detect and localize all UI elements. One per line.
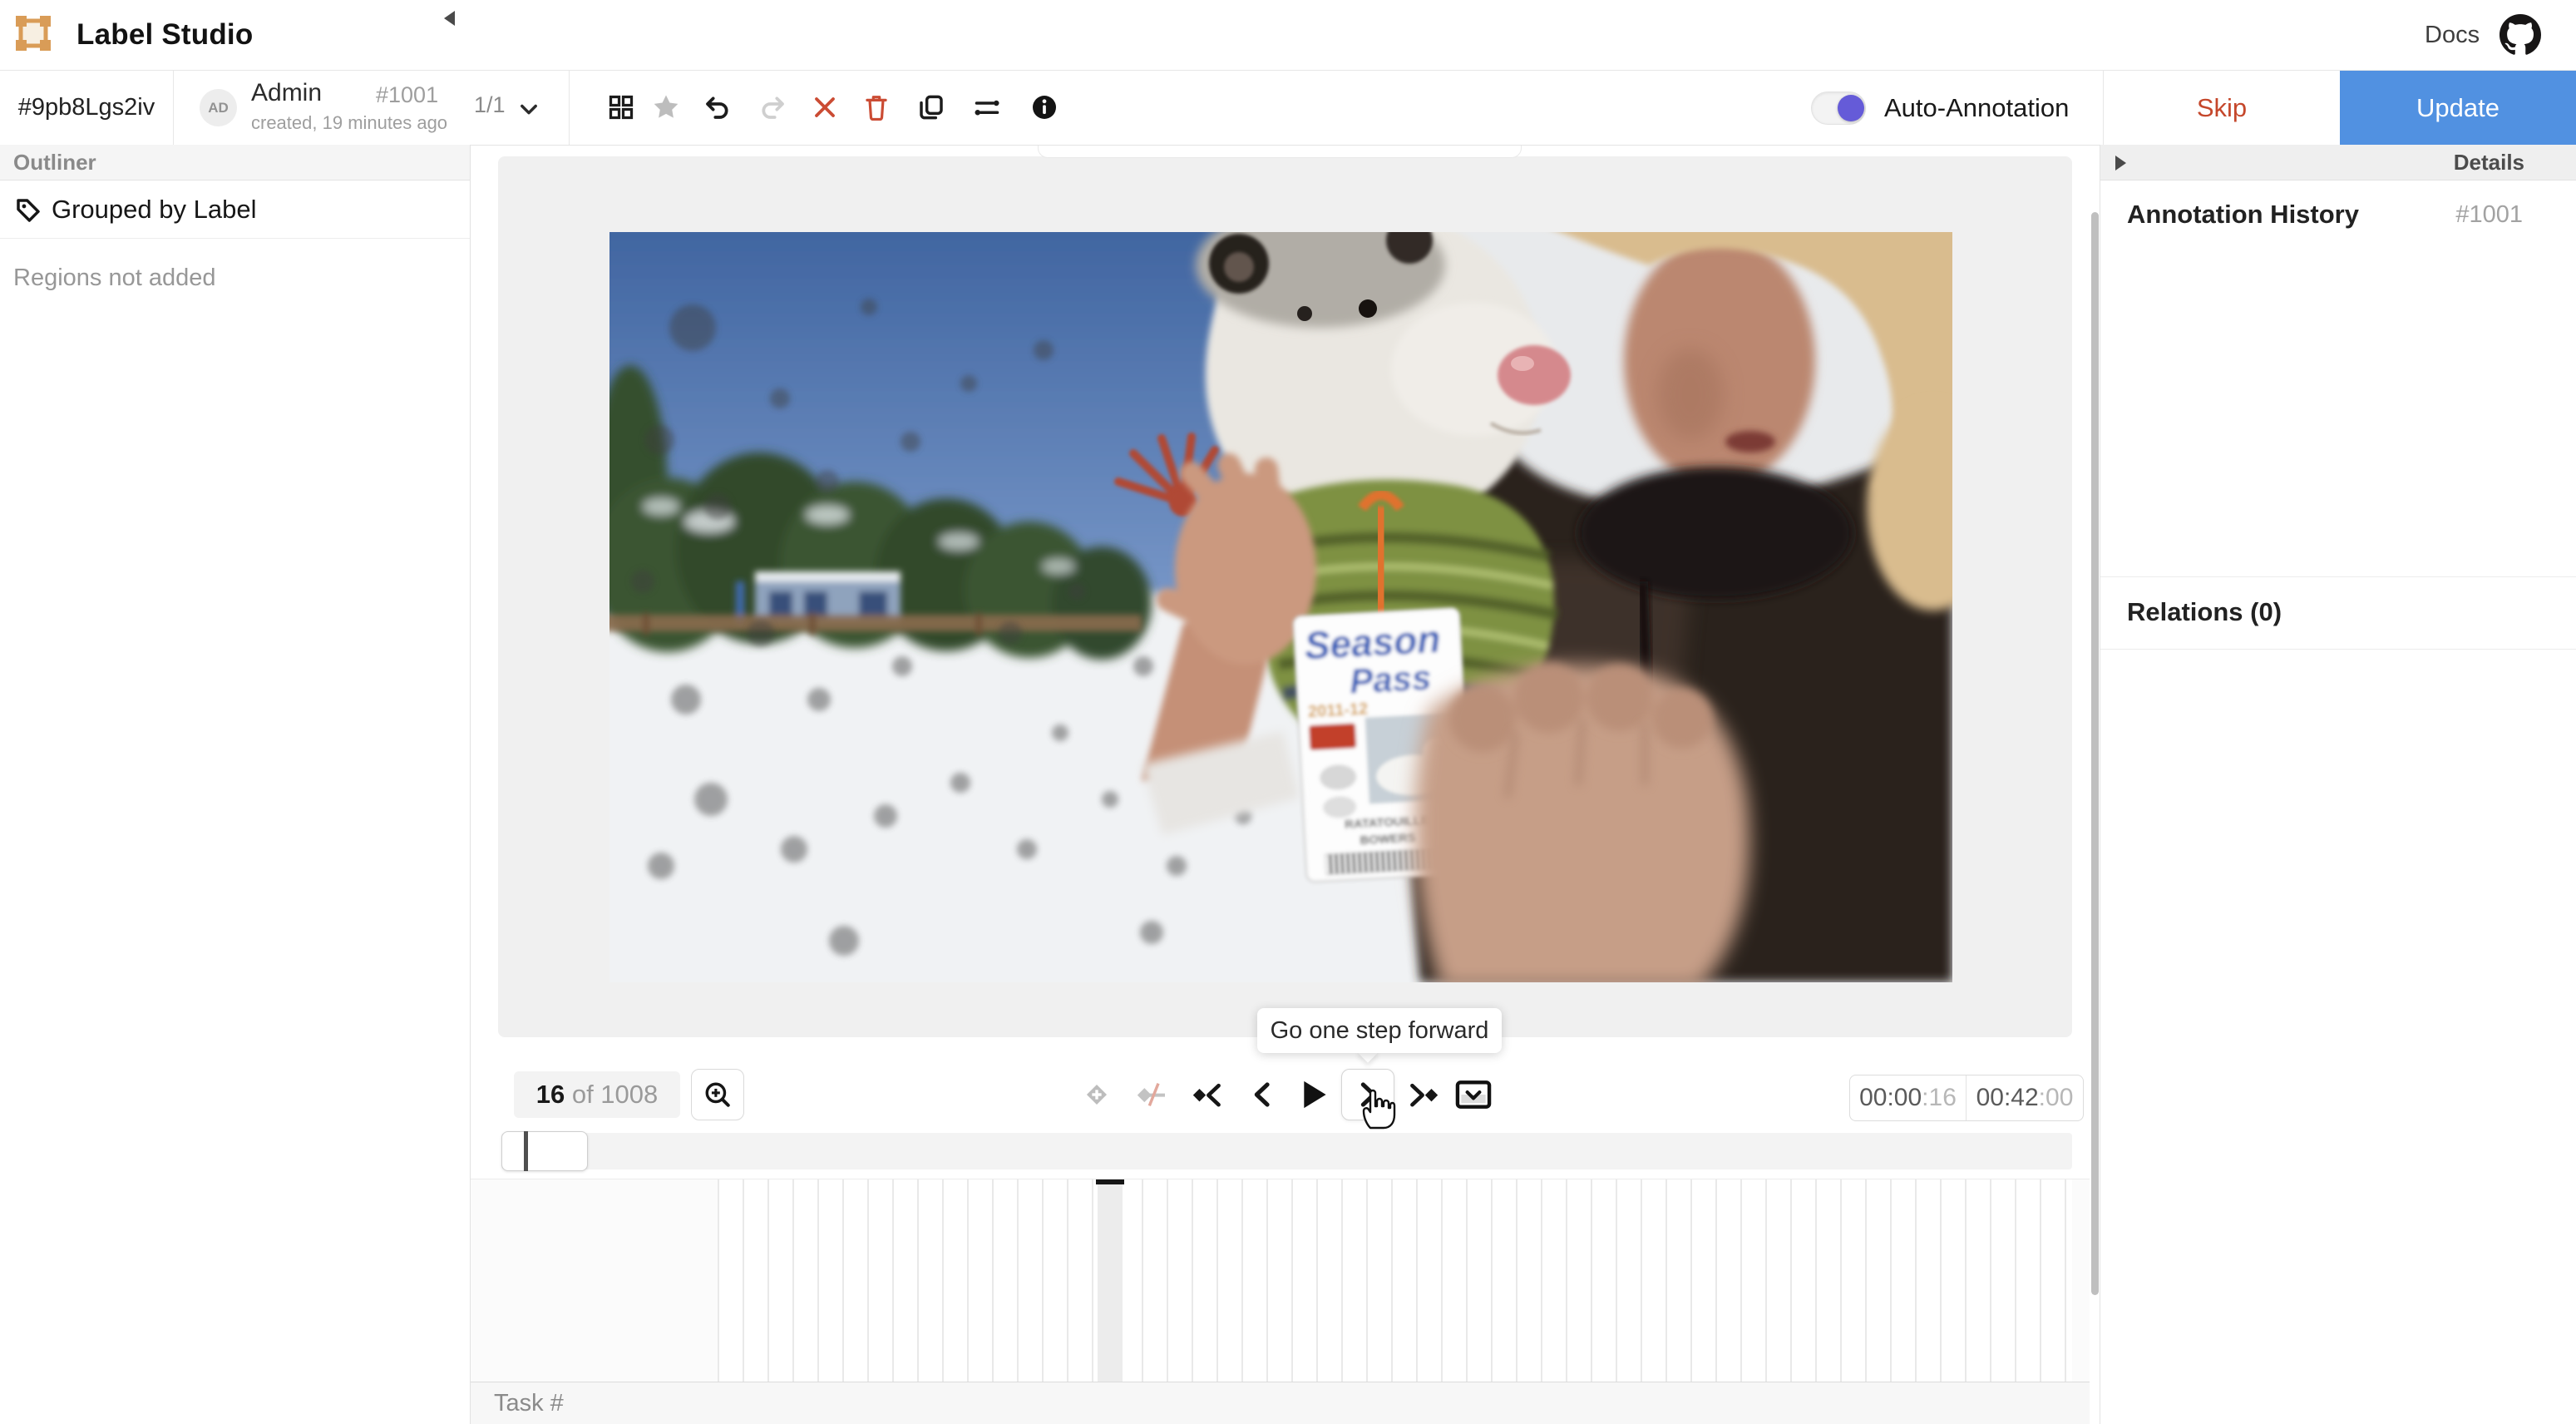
task-footer-bar: Task # — [471, 1382, 2090, 1424]
relations-section[interactable]: Relations (0) — [2100, 576, 2576, 650]
chevron-left-icon — [1249, 1080, 1274, 1109]
collapse-outliner-icon[interactable] — [444, 11, 455, 26]
annotation-id: #1001 — [376, 82, 438, 108]
chevron-right-diamond-icon — [1408, 1080, 1439, 1109]
x-cross-icon — [812, 95, 837, 120]
duplicate-icon — [918, 94, 945, 121]
expand-details-icon[interactable] — [2115, 156, 2126, 171]
grid-view-button[interactable] — [601, 87, 641, 127]
github-icon[interactable] — [2500, 14, 2541, 56]
prev-keypoint-button[interactable] — [1187, 1076, 1227, 1113]
annotator-name: Admin — [251, 79, 322, 107]
task-id-label: #9pb8Lgs2iv — [0, 71, 173, 145]
timeline-playhead-marker[interactable] — [1096, 1179, 1124, 1184]
avatar: AD — [200, 89, 237, 126]
frame-current: 16 — [536, 1080, 565, 1109]
redo-icon — [759, 94, 786, 121]
total-duration: 00:42:00 — [1967, 1075, 2083, 1120]
details-panel-header: Details — [2100, 145, 2576, 180]
time-display: 00:00:16 00:42:00 — [1849, 1075, 2084, 1121]
auto-annotation-toggle[interactable] — [1811, 91, 1866, 125]
frame-total: of 1008 — [572, 1080, 658, 1109]
step-back-button[interactable] — [1241, 1076, 1281, 1113]
annotation-history-title[interactable]: Annotation History — [2127, 200, 2359, 230]
reject-annotation-button[interactable] — [805, 87, 845, 127]
toggle-knob — [1838, 95, 1864, 121]
update-button[interactable]: Update — [2340, 71, 2576, 145]
label-studio-logo-icon[interactable] — [13, 13, 53, 53]
timeline-current-frame-column — [1098, 1179, 1123, 1382]
diamond-plus-icon — [1083, 1080, 1111, 1109]
label-studio-app: Label Studio Docs #9pb8Lgs2iv AD Admin #… — [0, 0, 2576, 1424]
diamond-slash-icon — [1135, 1080, 1168, 1109]
magnifier-plus-icon — [703, 1080, 732, 1109]
tooltip-go-one-step-forward: Go one step forward — [1257, 1008, 1502, 1053]
annotation-history-id: #1001 — [2455, 201, 2523, 229]
box-chevron-down-icon — [1455, 1080, 1492, 1110]
info-icon — [1031, 94, 1058, 121]
diamond-chevron-left-icon — [1192, 1080, 1223, 1109]
play-icon — [1299, 1079, 1329, 1110]
frames-view-toggle-button[interactable] — [1453, 1076, 1493, 1113]
star-icon — [652, 93, 680, 121]
seek-minimap-bar[interactable] — [501, 1133, 2072, 1169]
chevron-right-icon — [1355, 1080, 1380, 1109]
frame-counter[interactable]: 16 of 1008 — [514, 1071, 680, 1118]
svg-text:BOWERS: BOWERS — [1360, 831, 1416, 848]
copy-annotation-button[interactable] — [911, 87, 951, 127]
seek-playhead[interactable] — [524, 1131, 528, 1171]
step-forward-button[interactable] — [1341, 1069, 1394, 1120]
task-number-label: Task # — [494, 1382, 564, 1424]
tag-icon — [15, 197, 42, 224]
undo-button[interactable] — [698, 87, 738, 127]
grid-icon — [609, 95, 634, 120]
undo-icon — [704, 94, 731, 121]
video-still-opossum-scene: Season Pass 2011-12 RATATOUILLE BOWERS — [609, 232, 1952, 982]
delete-annotation-button[interactable] — [856, 87, 896, 127]
outliner-title: Outliner — [13, 145, 96, 180]
current-time: 00:00:16 — [1850, 1075, 1967, 1120]
next-keypoint-button[interactable] — [1404, 1076, 1443, 1113]
app-header: Label Studio Docs — [0, 0, 2576, 70]
annotation-toolbar: #9pb8Lgs2iv AD Admin #1001 created, 19 m… — [0, 71, 2576, 145]
chevron-down-icon[interactable] — [517, 97, 540, 121]
vertical-scrollbar[interactable] — [2091, 212, 2099, 1295]
auto-annotation-label: Auto-Annotation — [1884, 71, 2069, 145]
annotation-pagination: 1/1 — [474, 92, 506, 118]
redo-button[interactable] — [753, 87, 792, 127]
play-button[interactable] — [1294, 1076, 1334, 1113]
timeline-zoom-button[interactable] — [691, 1069, 744, 1120]
group-mode-label: Grouped by Label — [52, 180, 256, 239]
svg-text:2011-12: 2011-12 — [1307, 700, 1368, 721]
skip-button[interactable]: Skip — [2104, 71, 2340, 145]
seek-viewport-handle[interactable] — [501, 1131, 588, 1171]
relations-title: Relations (0) — [2127, 597, 2282, 627]
trash-icon — [864, 94, 889, 121]
svg-text:Pass: Pass — [1349, 657, 1432, 700]
timeline-strip — [471, 1179, 2090, 1382]
keypoint-lifespan-button[interactable] — [1132, 1076, 1172, 1113]
group-by-label-control[interactable]: Grouped by Label — [0, 180, 470, 239]
ground-truth-button[interactable] — [646, 87, 686, 127]
docs-link[interactable]: Docs — [2425, 0, 2480, 70]
keypoint-add-button[interactable] — [1077, 1076, 1117, 1113]
scrolled-config-card-edge — [1038, 146, 1522, 158]
regions-empty-text: Regions not added — [13, 265, 215, 292]
settings-button[interactable] — [967, 87, 1007, 127]
video-frame: Season Pass 2011-12 RATATOUILLE BOWERS — [609, 232, 1952, 982]
details-title: Details — [2454, 145, 2524, 180]
app-title: Label Studio — [76, 0, 253, 70]
outliner-header: Outliner — [0, 145, 470, 180]
sliders-icon — [973, 95, 1001, 120]
annotation-created-info: created, 19 minutes ago — [251, 112, 447, 134]
timeline-frames-grid[interactable] — [718, 1179, 2072, 1382]
info-button[interactable] — [1024, 87, 1064, 127]
